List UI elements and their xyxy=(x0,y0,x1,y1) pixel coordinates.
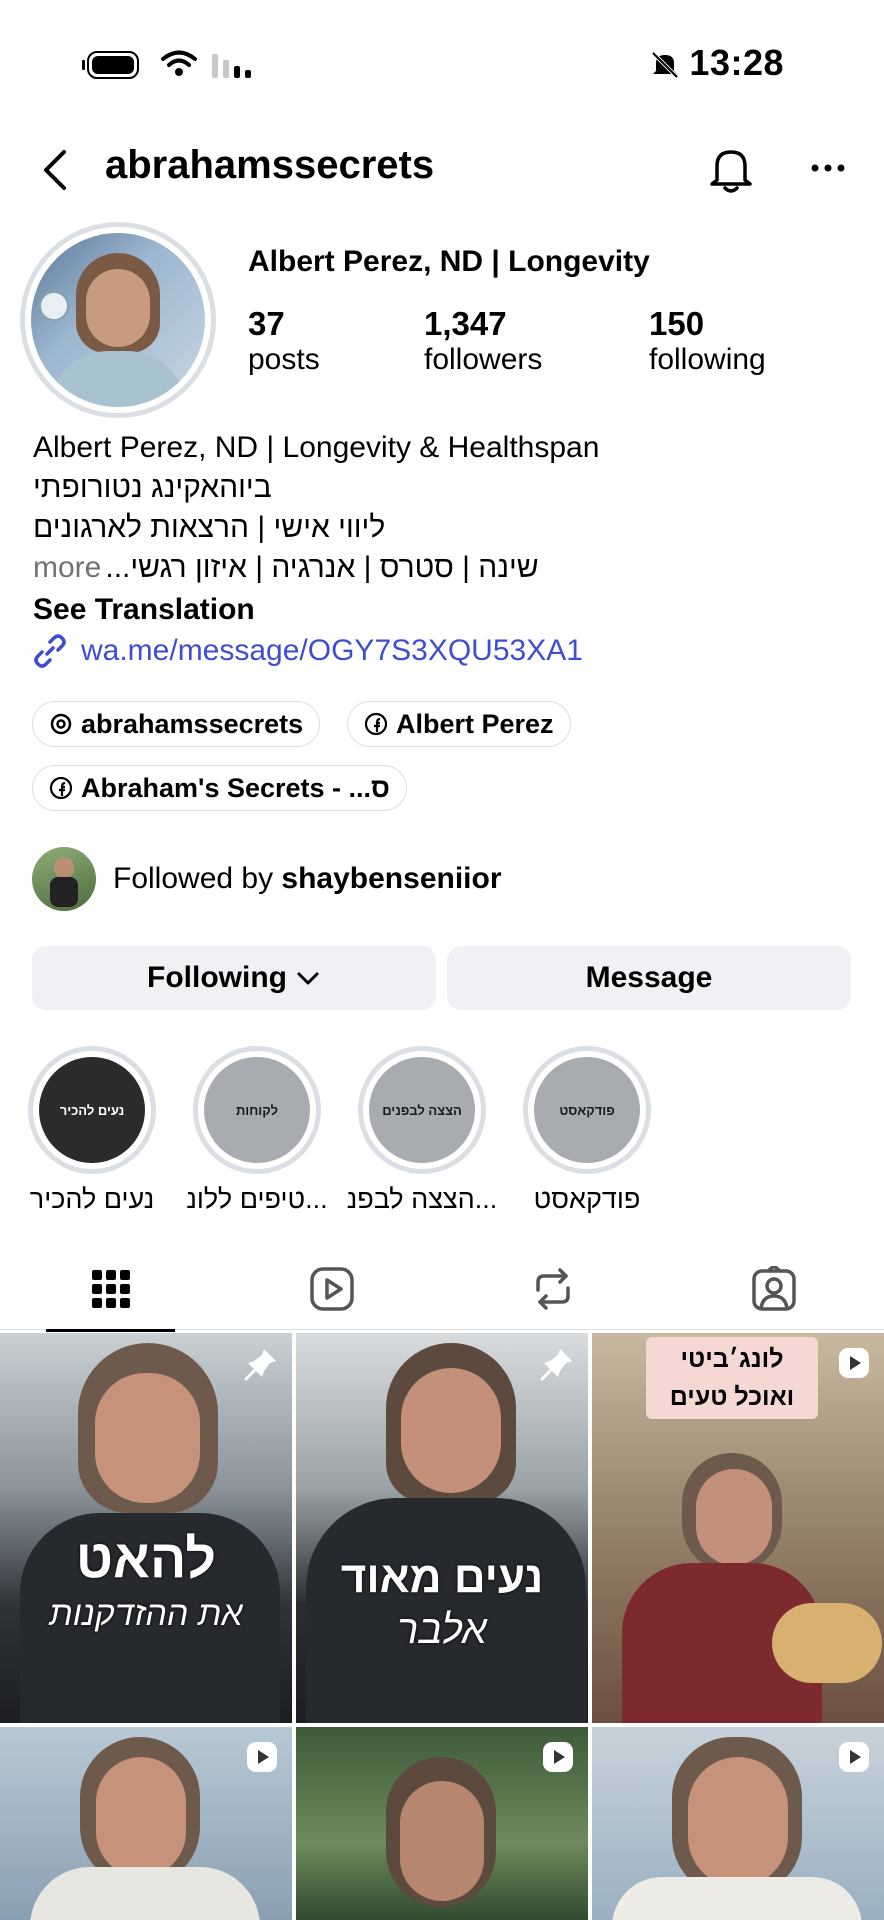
highlight-cover: נעים להכיר xyxy=(39,1057,145,1163)
post-tile[interactable] xyxy=(296,1727,588,1920)
post-overlay-text: נעים מאוד xyxy=(340,1553,544,1602)
highlight-cover: הצצה לבפנים xyxy=(369,1057,475,1163)
link-icon xyxy=(34,634,66,668)
reel-icon xyxy=(839,1742,869,1772)
bio-line-text: שינה | סטרס | אנרגיה | איזון רגשי... xyxy=(105,551,539,584)
notification-bell-icon[interactable] xyxy=(708,144,754,194)
chevron-down-icon xyxy=(297,972,319,985)
highlight-label: טיפים ללונ... xyxy=(186,1184,328,1214)
post-tile[interactable]: נעים מאוד אלבר xyxy=(296,1333,588,1723)
grid-icon xyxy=(91,1270,130,1308)
highlight-item[interactable]: פודקאסט פודקאסט xyxy=(523,1046,651,1215)
followed-by-user: shaybenseniior xyxy=(281,862,502,895)
bio-line-truncated: more שינה | סטרס | אנרגיה | איזון רגשי..… xyxy=(33,548,539,588)
facebook-icon xyxy=(364,712,388,736)
display-name: Albert Perez, ND | Longevity xyxy=(248,245,650,278)
post-overlay-text: להאט xyxy=(75,1529,217,1589)
clock: 13:28 xyxy=(689,42,784,83)
chip-label: abrahamssecrets xyxy=(81,708,304,739)
bio-line: ביוהאקינג נטורופתי xyxy=(33,471,272,504)
bio-line: Albert Perez, ND | Longevity & Healthspa… xyxy=(33,431,600,464)
tab-posts[interactable] xyxy=(0,1248,221,1332)
see-translation-link[interactable]: See Translation xyxy=(33,593,255,627)
pin-icon xyxy=(540,1349,572,1381)
reel-icon xyxy=(543,1742,573,1772)
facebook-chip[interactable]: Albert Perez xyxy=(347,701,571,747)
post-overlay-subtext: אלבר xyxy=(397,1608,487,1652)
chip-label: Albert Perez xyxy=(396,708,554,739)
reels-icon xyxy=(309,1267,354,1311)
threads-chip[interactable]: abrahamssecrets xyxy=(32,701,321,747)
reel-icon xyxy=(839,1348,869,1378)
followed-by-text[interactable]: Followed by shaybenseniior xyxy=(113,862,502,896)
more-link[interactable]: more xyxy=(33,548,101,588)
followed-by-prefix: Followed by xyxy=(113,862,282,895)
tab-reels[interactable] xyxy=(221,1248,442,1330)
stat-label: following xyxy=(649,343,766,376)
profile-tabs xyxy=(0,1248,884,1332)
logo-badge-icon xyxy=(39,291,69,321)
stat-value: 150 xyxy=(649,305,705,342)
link-text: wa.me/message/OGY7S3XQU53XA1 xyxy=(81,634,583,667)
stat-posts[interactable]: 37 posts xyxy=(248,305,320,377)
tab-reposts[interactable] xyxy=(442,1248,663,1330)
stat-label: posts xyxy=(248,343,320,376)
post-overlay-text: לונג׳ביטי ואוכל טעים xyxy=(646,1337,818,1419)
message-label: Message xyxy=(585,961,713,994)
pin-icon xyxy=(244,1349,276,1381)
following-label: Following xyxy=(147,961,287,994)
active-tab-indicator xyxy=(46,1329,175,1332)
wifi-icon xyxy=(161,50,197,76)
highlight-label: הצצה לבפנ... xyxy=(346,1184,498,1214)
post-tile[interactable] xyxy=(592,1727,884,1920)
back-arrow-icon[interactable] xyxy=(38,148,72,192)
profile-avatar[interactable] xyxy=(20,222,216,418)
highlight-label: פודקאסט xyxy=(533,1184,641,1214)
highlight-item[interactable]: לקוחות טיפים ללונ... xyxy=(186,1046,328,1215)
post-tile[interactable]: לונג׳ביטי ואוכל טעים xyxy=(592,1333,884,1723)
tagged-icon xyxy=(751,1266,796,1311)
bio-line: ליווי אישי | הרצאות לארגונים xyxy=(33,511,386,544)
tab-tagged[interactable] xyxy=(663,1248,884,1330)
chip-label: Abraham's Secrets - ...ס xyxy=(81,772,390,803)
stat-label: followers xyxy=(424,343,543,376)
highlight-cover: לקוחות xyxy=(204,1057,310,1163)
signal-icon xyxy=(212,54,251,78)
more-options-icon[interactable] xyxy=(810,160,850,176)
facebook-icon xyxy=(49,776,73,800)
highlight-item[interactable]: נעים להכיר נעים להכיר xyxy=(28,1046,156,1215)
reel-icon xyxy=(247,1742,277,1772)
stat-followers[interactable]: 1,347 followers xyxy=(424,305,542,377)
post-tile[interactable] xyxy=(0,1727,292,1920)
threads-icon xyxy=(50,713,72,735)
battery-icon xyxy=(82,51,139,79)
following-button[interactable]: Following xyxy=(32,946,436,1010)
post-overlay-subtext: את ההזדקנות xyxy=(49,1595,243,1633)
highlight-label: נעים להכיר xyxy=(29,1184,155,1214)
mute-bell-icon xyxy=(651,51,679,79)
reposts-icon xyxy=(535,1268,570,1310)
highlight-item[interactable]: הצצה לבפנים הצצה לבפנ... xyxy=(347,1046,497,1215)
bio-link[interactable]: wa.me/message/OGY7S3XQU53XA1 xyxy=(33,634,583,668)
stat-value: 37 xyxy=(248,305,285,342)
post-tile[interactable]: להאט את ההזדקנות xyxy=(0,1333,292,1723)
stat-value: 1,347 xyxy=(424,305,507,342)
message-button[interactable]: Message xyxy=(447,946,851,1010)
facebook-page-chip[interactable]: Abraham's Secrets - ...ס xyxy=(32,765,407,811)
profile-username: abrahamssecrets xyxy=(105,143,435,187)
highlight-cover: פודקאסט xyxy=(534,1057,640,1163)
stat-following[interactable]: 150 following xyxy=(649,305,766,377)
mutual-follower-avatar[interactable] xyxy=(32,847,96,911)
